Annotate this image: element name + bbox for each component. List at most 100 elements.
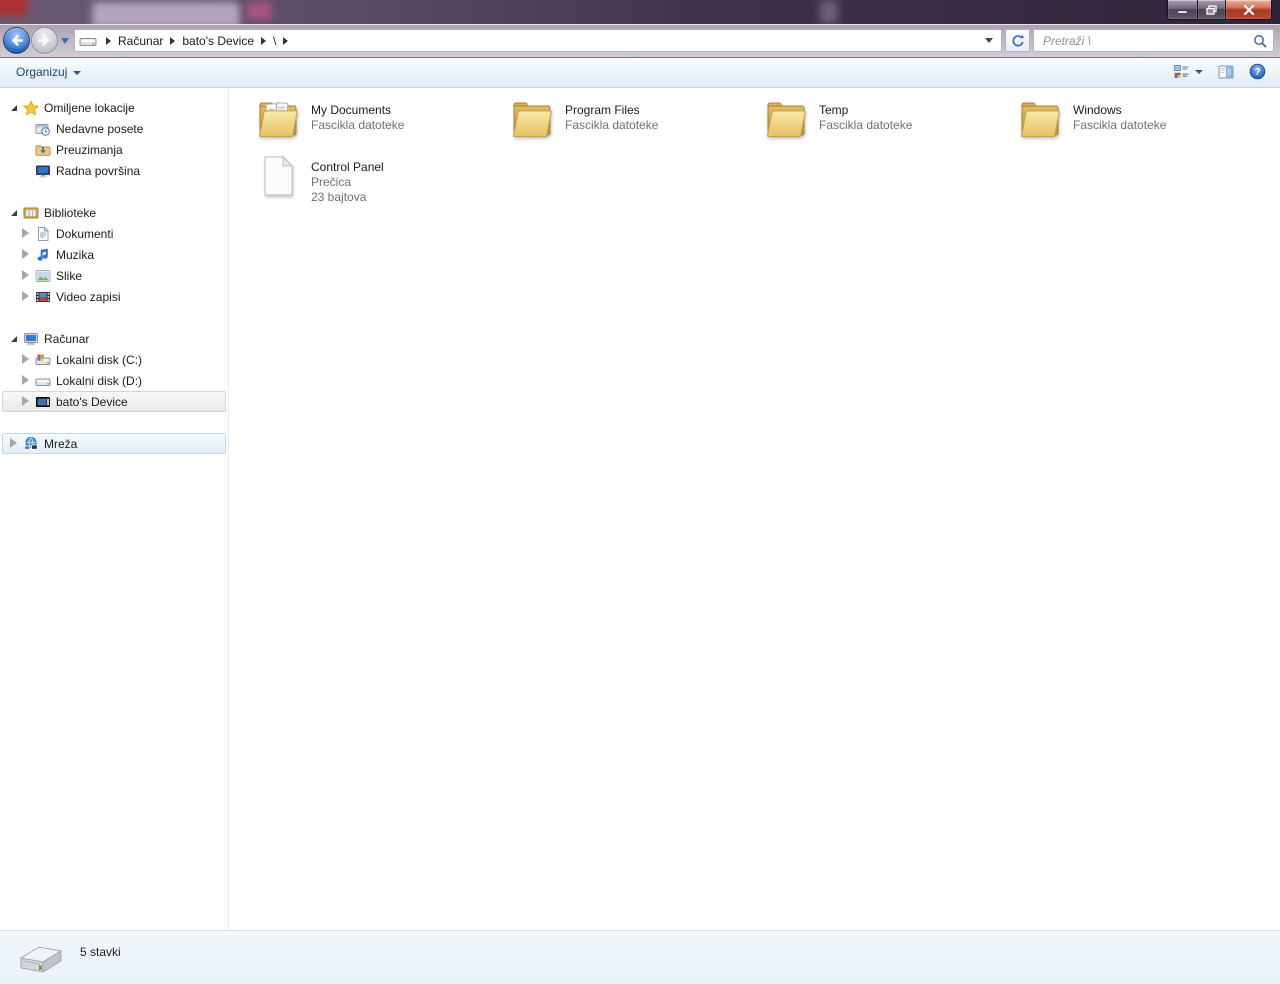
background-blob — [0, 0, 28, 16]
sidebar-item-music[interactable]: Muzika — [2, 244, 226, 265]
forward-button[interactable] — [31, 27, 58, 54]
section-label: Mreža — [44, 436, 78, 451]
change-view-button[interactable] — [1173, 64, 1203, 80]
sidebar-item-batos-device[interactable]: bato's Device — [2, 391, 226, 412]
expander-closed-icon[interactable] — [20, 228, 31, 238]
file-item-windows[interactable]: Windows Fascikla datoteke — [1016, 95, 1270, 152]
breadcrumb-item-device[interactable]: bato's Device — [182, 34, 254, 48]
main-area: Omiljene lokacije Nedavne posete Preuzim… — [0, 88, 1280, 930]
details-pane: 5 stavki — [0, 930, 1280, 984]
expander-closed-icon[interactable] — [20, 270, 31, 280]
organize-label: Organizuj — [16, 65, 68, 79]
item-name: My Documents — [311, 103, 392, 117]
close-button[interactable] — [1226, 0, 1272, 20]
file-item-control-panel[interactable]: Control Panel Prečica 23 bajtova — [254, 152, 508, 209]
sidebar-item-recent-places[interactable]: Nedavne posete — [2, 118, 226, 139]
restore-icon — [1206, 4, 1217, 15]
expander-closed-icon[interactable] — [20, 291, 31, 301]
item-label: Lokalni disk (D:) — [56, 373, 143, 388]
sidebar-item-videos[interactable]: Video zapisi — [2, 286, 226, 307]
expander-closed-icon[interactable] — [20, 375, 31, 385]
disk-d-icon — [34, 373, 51, 389]
address-bar-row: Računar bato's Device \ — [0, 24, 1280, 57]
file-item-program-files[interactable]: Program Files Fascikla datoteke — [508, 95, 762, 152]
preview-pane-icon — [1218, 65, 1234, 78]
recent-places-icon — [34, 121, 51, 137]
navigation-pane: Omiljene lokacije Nedavne posete Preuzim… — [0, 88, 229, 930]
background-blob — [246, 2, 272, 20]
item-label: Radna površina — [56, 163, 141, 178]
item-type: Fascikla datoteke — [311, 118, 405, 132]
item-label: Nedavne posete — [56, 121, 144, 136]
sidebar-item-downloads[interactable]: Preuzimanja — [2, 139, 226, 160]
item-count: 5 stavki — [80, 945, 121, 959]
music-icon — [34, 247, 51, 263]
sidebar-section-libraries[interactable]: Biblioteke — [2, 202, 226, 223]
help-button[interactable]: ? — [1249, 63, 1266, 80]
expander-closed-icon[interactable] — [20, 354, 31, 364]
section-label: Biblioteke — [44, 205, 97, 220]
expander-closed-icon[interactable] — [8, 438, 19, 448]
item-size: 23 bajtova — [311, 190, 367, 204]
item-type: Fascikla datoteke — [565, 118, 659, 132]
item-type: Fascikla datoteke — [1073, 118, 1167, 132]
sidebar-section-computer[interactable]: Računar — [2, 328, 226, 349]
video-icon — [34, 289, 51, 305]
sidebar-section-network[interactable]: Mreža — [2, 433, 226, 454]
views-icon — [1174, 64, 1189, 78]
downloads-icon — [34, 142, 51, 158]
organize-button[interactable]: Organizuj — [16, 65, 82, 79]
expander-open-icon[interactable] — [8, 335, 19, 342]
restore-button[interactable] — [1197, 0, 1226, 20]
breadcrumb-item-computer[interactable]: Računar — [118, 34, 163, 48]
search-icon[interactable] — [1253, 34, 1267, 48]
minimize-button[interactable] — [1167, 0, 1197, 20]
expander-closed-icon[interactable] — [20, 249, 31, 259]
refresh-button[interactable] — [1005, 29, 1030, 52]
folder-icon — [766, 102, 806, 138]
breadcrumb-separator-icon — [106, 36, 111, 45]
network-icon — [22, 436, 39, 452]
drive-icon — [16, 941, 64, 979]
shortcut-file-icon — [264, 155, 294, 196]
minimize-icon — [1177, 10, 1188, 14]
section-label: Omiljene lokacije — [44, 100, 135, 115]
sidebar-item-documents[interactable]: Dokumenti — [2, 223, 226, 244]
expander-open-icon[interactable] — [8, 209, 19, 216]
item-label: Lokalni disk (C:) — [56, 352, 143, 367]
sidebar-item-local-disk-d[interactable]: Lokalni disk (D:) — [2, 370, 226, 391]
item-label: Muzika — [56, 247, 95, 262]
item-name: Program Files — [565, 103, 640, 117]
address-history-dropdown-icon[interactable] — [985, 38, 993, 43]
folder-with-documents-icon — [258, 102, 298, 138]
background-blob — [820, 0, 838, 24]
item-name: Control Panel — [311, 160, 384, 174]
help-icon: ? — [1249, 63, 1266, 80]
breadcrumb-item-root[interactable]: \ — [273, 34, 276, 48]
document-icon — [34, 225, 51, 242]
close-icon — [1243, 4, 1254, 15]
sidebar-item-desktop[interactable]: Radna površina — [2, 160, 226, 181]
expander-closed-icon[interactable] — [20, 396, 31, 406]
sidebar-section-favorites[interactable]: Omiljene lokacije — [2, 97, 226, 118]
chevron-down-icon — [73, 71, 82, 75]
sidebar-item-pictures[interactable]: Slike — [2, 265, 226, 286]
item-label: Slike — [56, 268, 83, 283]
recent-pages-dropdown[interactable] — [61, 38, 69, 44]
breadcrumb[interactable]: Računar bato's Device \ — [74, 29, 1002, 52]
breadcrumb-separator-icon — [261, 36, 267, 45]
section-label: Računar — [44, 331, 90, 346]
file-item-temp[interactable]: Temp Fascikla datoteke — [762, 95, 1016, 152]
back-button[interactable] — [3, 27, 30, 54]
search-input[interactable] — [1041, 32, 1253, 49]
desktop-icon — [34, 163, 51, 179]
background-window-blur — [0, 0, 1280, 24]
expander-open-icon[interactable] — [8, 104, 19, 111]
preview-pane-button[interactable] — [1217, 64, 1235, 80]
item-name: Temp — [819, 103, 849, 117]
sidebar-item-local-disk-c[interactable]: Lokalni disk (C:) — [2, 349, 226, 370]
libraries-icon — [22, 205, 39, 221]
folder-icon — [512, 102, 552, 138]
pictures-icon — [34, 268, 51, 284]
file-item-my-documents[interactable]: My Documents Fascikla datoteke — [254, 95, 508, 152]
